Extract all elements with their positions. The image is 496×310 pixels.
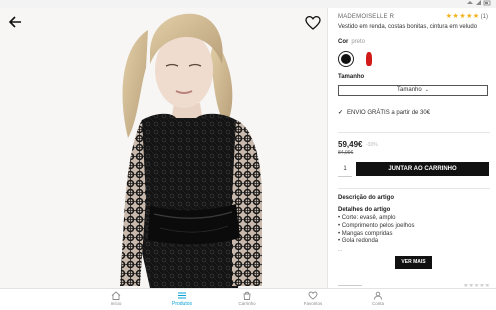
user-icon: [374, 291, 382, 300]
product-details-panel: MADEMOISELLE R ★★★★★(1) Vestido em renda…: [338, 8, 490, 288]
details-ellipsis: ...: [338, 247, 343, 253]
quantity-selector[interactable]: 1: [338, 162, 352, 177]
bottom-tab-bar: Início Produtos Carrinho Favoritos Conta: [0, 288, 496, 310]
list-item: • Mangas compridas: [338, 230, 393, 237]
product-page: MADEMOISELLE R ★★★★★(1) Vestido em renda…: [0, 8, 496, 288]
list-item: • Comprimento pelos joelhos: [338, 222, 415, 229]
status-icons-svg: [467, 0, 491, 6]
home-icon: [111, 291, 121, 300]
discount-badge: -30%: [366, 142, 378, 148]
signal-icon: [476, 0, 481, 5]
swatch-red[interactable]: [361, 51, 377, 67]
wishlist-button[interactable]: [305, 15, 321, 31]
swatch-red-dot: [366, 52, 372, 66]
back-button[interactable]: [7, 14, 23, 30]
chevron-down-icon: ⌄: [424, 87, 429, 93]
check-icon: ✓: [338, 110, 344, 116]
price: 59,49€: [338, 140, 363, 149]
product-photo-illustration: [120, 13, 262, 288]
cart-icon: [243, 291, 251, 300]
description-title: Descrição do artigo: [338, 195, 395, 201]
heart-icon: [308, 291, 318, 300]
size-label: Tamanho: [338, 74, 365, 80]
tab-account[interactable]: Conta: [348, 291, 408, 309]
tab-label: Produtos: [171, 301, 192, 307]
review-count: (1): [480, 14, 488, 20]
rating-stars: ★★★★★: [445, 13, 480, 20]
tab-home[interactable]: Início: [86, 291, 146, 309]
reviews-rule: [338, 285, 362, 286]
swatch-black[interactable]: [338, 51, 354, 67]
divider: [338, 188, 490, 189]
panel-divider: [327, 8, 328, 288]
tab-label: Conta: [371, 301, 384, 306]
shipping-info: ✓ ENVIO GRÁTIS a partir de 30€: [338, 109, 430, 116]
details-title: Detalhes do artigo: [338, 207, 391, 213]
arrow-left-icon: [8, 16, 21, 28]
tab-cart[interactable]: Carrinho: [217, 291, 277, 309]
wifi-icon: [467, 1, 473, 4]
product-image[interactable]: [0, 8, 327, 288]
product-title: Vestido em renda, costas bonitas, cintur…: [338, 24, 478, 30]
list-item: • Gola redonda: [338, 238, 379, 245]
brand-name[interactable]: MADEMOISELLE R: [338, 14, 394, 20]
heart-icon: [305, 15, 321, 30]
tab-label: Favoritos: [303, 301, 323, 306]
see-more-button[interactable]: VER MAIS: [395, 256, 432, 269]
tab-products[interactable]: Produtos: [152, 291, 212, 309]
color-row: Cor preto: [338, 39, 365, 45]
tab-label: Início: [110, 301, 122, 306]
size-dropdown-value: Tamanho: [397, 87, 422, 93]
details-list: • Corte: evasê, amplo • Comprimento pelo…: [338, 215, 414, 246]
status-bar: [0, 0, 496, 8]
color-value: preto: [351, 39, 366, 45]
battery-level: [485, 2, 488, 4]
tab-label: Carrinho: [238, 301, 256, 306]
color-label: Cor: [338, 39, 349, 45]
add-to-cart-button[interactable]: JUNTAR AO CARRINHO: [356, 162, 489, 176]
old-price: 84,99€: [338, 150, 354, 156]
divider: [338, 132, 490, 133]
size-dropdown[interactable]: Tamanho ⌄: [338, 85, 488, 96]
menu-icon: [178, 292, 186, 299]
shipping-text: ENVIO GRÁTIS a partir de 30€: [347, 110, 431, 116]
list-item: • Corte: evasê, amplo: [338, 215, 396, 221]
rating[interactable]: ★★★★★(1): [446, 12, 488, 20]
swatch-black-dot: [341, 54, 351, 64]
tab-favorites[interactable]: Favoritos: [283, 291, 343, 309]
